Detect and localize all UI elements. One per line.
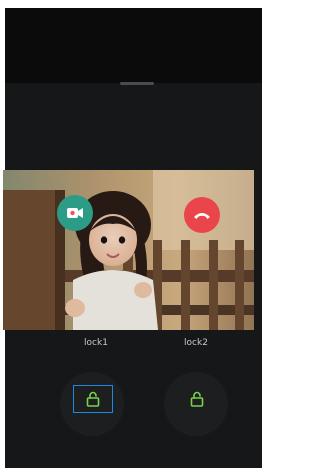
status-area — [5, 8, 262, 83]
phone-hangup-icon — [194, 213, 210, 219]
video-camera-icon — [67, 208, 83, 218]
drag-handle[interactable] — [120, 82, 154, 85]
camera-image — [3, 170, 254, 330]
hangup-button[interactable] — [184, 197, 220, 233]
accept-video-button[interactable] — [57, 195, 93, 231]
lock2-label: lock2 — [184, 338, 208, 348]
lock1-button[interactable] — [73, 385, 113, 413]
lock2-button[interactable] — [177, 385, 217, 413]
lock1-label: lock1 — [84, 338, 108, 348]
unlock-icon — [86, 391, 100, 407]
unlock-icon — [190, 391, 204, 407]
video-feed — [3, 170, 254, 330]
